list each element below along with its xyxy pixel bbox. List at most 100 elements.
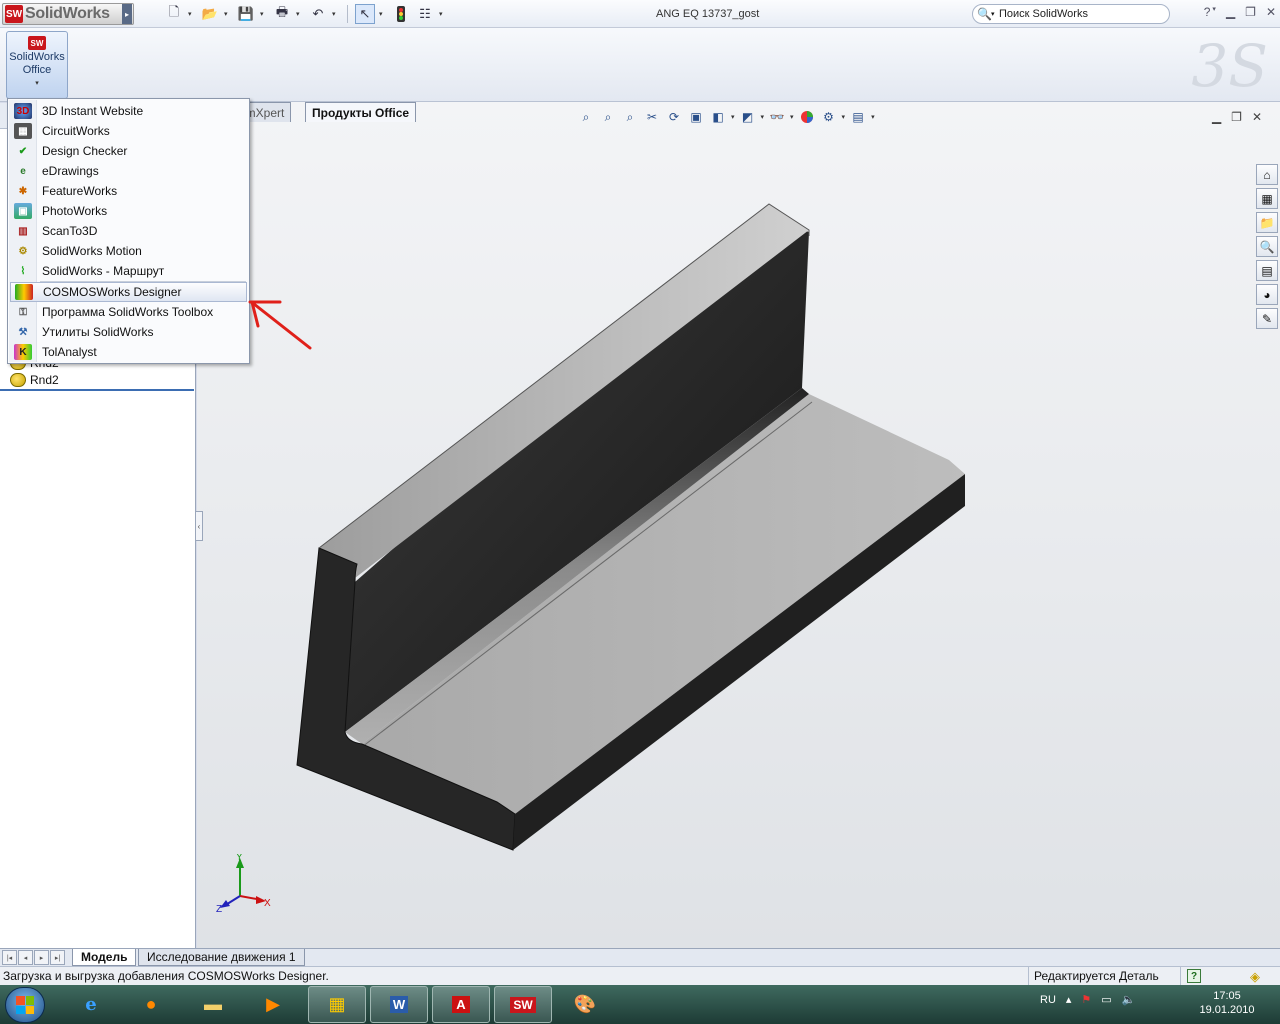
dassault-logo-icon: 3S bbox=[1191, 32, 1268, 100]
search-icon[interactable]: 🔍 bbox=[977, 7, 992, 21]
open-dropdown-icon[interactable]: ▾ bbox=[224, 10, 232, 18]
options-dropdown-icon[interactable]: ▾ bbox=[439, 10, 447, 18]
save-icon[interactable]: 💾 bbox=[236, 4, 256, 24]
menu-item-solidworks-motion[interactable]: ⚙ SolidWorks Motion bbox=[8, 241, 249, 261]
close-icon[interactable]: ✕ bbox=[1266, 5, 1276, 19]
menu-expand-arrow-icon[interactable]: ▸ bbox=[122, 4, 132, 24]
menu-item-circuitworks[interactable]: ▦ CircuitWorks bbox=[8, 121, 249, 141]
graphics-area[interactable]: ⌕ ⌕ ⌕ ✂ ⟳ ▣ ◧ ▾ ◩ ▾ 👓 ▾ ⚙ ▾ ▤ ▾ ▁ ❐ ✕ ⌂ ▦ 📁 🔍… bbox=[197, 102, 1280, 948]
menu-item-scanto3d[interactable]: ▥ ScanTo3D bbox=[8, 221, 249, 241]
menu-item-photoworks[interactable]: ▣ PhotoWorks bbox=[8, 201, 249, 221]
network-icon[interactable]: ▭ bbox=[1101, 993, 1111, 1006]
search-dropdown-icon[interactable]: ▾ bbox=[991, 10, 999, 18]
tag-icon[interactable]: ◈ bbox=[1250, 969, 1260, 985]
next-tab-icon[interactable]: ▸ bbox=[34, 950, 49, 965]
edit-mode-status: Редактируется Деталь bbox=[1034, 969, 1159, 983]
menu-item-label: CircuitWorks bbox=[42, 124, 110, 138]
toolbar-separator bbox=[347, 5, 348, 23]
volume-icon[interactable]: 🔈 bbox=[1122, 993, 1136, 1006]
fillet-feature-icon bbox=[10, 373, 26, 387]
rollback-bar[interactable] bbox=[0, 389, 194, 391]
taskbar-app-film-icon[interactable]: ▦ bbox=[308, 986, 366, 1023]
circuitworks-icon: ▦ bbox=[14, 123, 32, 139]
tray-expand-icon[interactable]: ▴ bbox=[1066, 993, 1072, 1006]
help-dropdown-icon[interactable]: ▾ bbox=[1212, 5, 1216, 19]
menu-item-cosmosworks-designer[interactable]: COSMOSWorks Designer bbox=[10, 282, 247, 302]
new-document-icon[interactable]: 🗋 bbox=[164, 4, 184, 24]
print-dropdown-icon[interactable]: ▾ bbox=[296, 10, 304, 18]
solidworks-motion-icon: ⚙ bbox=[18, 245, 28, 257]
windows-logo-icon bbox=[16, 996, 34, 1014]
tab-model[interactable]: Модель bbox=[72, 949, 137, 966]
tolanalyst-icon: K bbox=[14, 344, 32, 360]
undo-dropdown-icon[interactable]: ▾ bbox=[332, 10, 340, 18]
print-icon[interactable]: 🖶 bbox=[272, 4, 292, 24]
utilities-icon: ⚒ bbox=[18, 326, 28, 338]
search-input[interactable] bbox=[999, 8, 1159, 20]
office-products-menu: 3D 3D Instant Website ▦ CircuitWorks ✔ D… bbox=[7, 98, 250, 364]
flag-icon[interactable]: ⚑ bbox=[1081, 993, 1091, 1006]
angle-profile-model[interactable] bbox=[197, 102, 1280, 948]
save-dropdown-icon[interactable]: ▾ bbox=[260, 10, 268, 18]
media-player-icon[interactable]: ▶ bbox=[244, 986, 302, 1023]
firefox-icon[interactable]: ● bbox=[122, 986, 180, 1023]
menu-item-routing[interactable]: ⌇ SolidWorks - Маршрут bbox=[8, 261, 249, 281]
tab-motion-study[interactable]: Исследование движения 1 bbox=[138, 949, 305, 966]
tab-office-products[interactable]: Продукты Office bbox=[305, 102, 417, 122]
menu-item-edrawings[interactable]: e eDrawings bbox=[8, 161, 249, 181]
menu-item-toolbox[interactable]: ⚿ Программа SolidWorks Toolbox bbox=[8, 302, 249, 322]
select-dropdown-icon[interactable]: ▾ bbox=[379, 10, 387, 18]
status-message: Загрузка и выгрузка добавления COSMOSWor… bbox=[3, 969, 329, 983]
internet-explorer-icon[interactable]: e bbox=[62, 986, 120, 1023]
triad-z-label: Z bbox=[216, 904, 222, 914]
first-tab-icon[interactable]: |◂ bbox=[2, 950, 17, 965]
photoworks-icon: ▣ bbox=[14, 203, 32, 219]
menu-item-label: PhotoWorks bbox=[42, 204, 108, 218]
undo-icon[interactable]: ↶ bbox=[308, 4, 328, 24]
clock-date: 19.01.2010 bbox=[1199, 1004, 1255, 1016]
word-icon[interactable]: W bbox=[370, 986, 428, 1023]
menu-item-utilities[interactable]: ⚒ Утилиты SolidWorks bbox=[8, 322, 249, 342]
language-indicator[interactable]: RU bbox=[1040, 994, 1056, 1006]
triad-x-label: X bbox=[264, 898, 271, 909]
solidworks-taskbar-icon[interactable]: SW bbox=[494, 986, 552, 1023]
tree-item-label: Rnd2 bbox=[30, 373, 59, 387]
menu-item-tolanalyst[interactable]: K TolAnalyst bbox=[8, 342, 249, 362]
solidworks-office-button[interactable]: SW SolidWorks Office ▾ bbox=[6, 31, 68, 99]
menu-item-design-checker[interactable]: ✔ Design Checker bbox=[8, 141, 249, 161]
search-box[interactable]: 🔍 ▾ bbox=[972, 4, 1170, 24]
open-folder-icon[interactable]: 📂 bbox=[200, 4, 220, 24]
minimize-icon[interactable]: ▁ bbox=[1226, 5, 1235, 19]
menu-item-3d-instant-website[interactable]: 3D 3D Instant Website bbox=[8, 101, 249, 121]
paint-icon[interactable]: 🎨 bbox=[556, 986, 614, 1023]
clock-time: 17:05 bbox=[1213, 990, 1241, 1002]
clock[interactable]: 17:05 19.01.2010 bbox=[1196, 989, 1258, 1017]
rebuild-traffic-light-icon[interactable] bbox=[391, 4, 411, 24]
solidworks-menu-button[interactable]: SW SolidWorks ▸ bbox=[2, 3, 134, 25]
menu-item-featureworks[interactable]: ✱ FeatureWorks bbox=[8, 181, 249, 201]
quick-tips-icon[interactable]: ? bbox=[1187, 969, 1201, 983]
document-title: ANG EQ 13737_gost bbox=[656, 8, 760, 20]
select-pointer-icon[interactable]: ↖ bbox=[355, 4, 375, 24]
panel-collapse-handle[interactable]: ‹ bbox=[195, 511, 203, 541]
solidworks-logo-icon: SW bbox=[5, 5, 23, 23]
explorer-icon[interactable]: ▬ bbox=[184, 986, 242, 1023]
routing-icon: ⌇ bbox=[20, 265, 26, 277]
acrobat-icon[interactable]: A bbox=[432, 986, 490, 1023]
restore-icon[interactable]: ❐ bbox=[1245, 5, 1256, 19]
menu-item-label: SolidWorks - Маршрут bbox=[42, 264, 165, 278]
last-tab-icon[interactable]: ▸| bbox=[50, 950, 65, 965]
menu-item-label: Design Checker bbox=[42, 144, 128, 158]
solidworks-office-label: SolidWorks Office bbox=[9, 51, 65, 76]
prev-tab-icon[interactable]: ◂ bbox=[18, 950, 33, 965]
edrawings-icon: e bbox=[20, 165, 26, 177]
app-name: SolidWorks bbox=[25, 5, 110, 22]
tree-item[interactable]: Rnd2 bbox=[10, 372, 59, 388]
options-icon[interactable]: ☷ bbox=[415, 4, 435, 24]
start-button[interactable] bbox=[5, 987, 45, 1023]
menu-item-label: SolidWorks Motion bbox=[42, 244, 142, 258]
menu-item-label: Утилиты SolidWorks bbox=[42, 325, 154, 339]
help-icon[interactable]: ? bbox=[1204, 5, 1211, 19]
menu-item-label: eDrawings bbox=[42, 164, 99, 178]
new-dropdown-icon[interactable]: ▾ bbox=[188, 10, 196, 18]
